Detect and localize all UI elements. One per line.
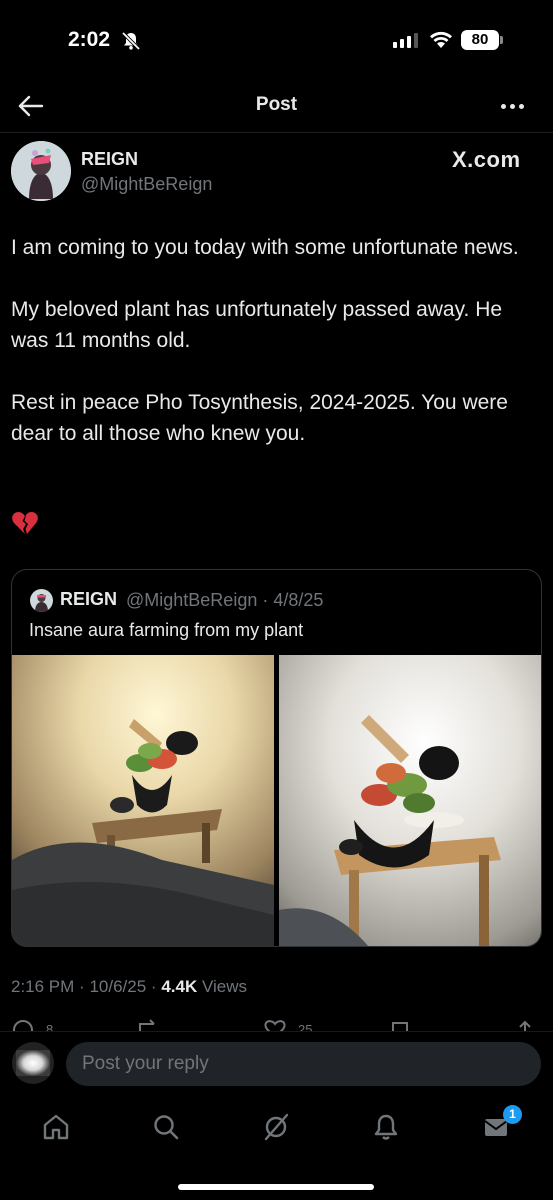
reply-input[interactable] (66, 1042, 541, 1086)
quote-author-meta: @MightBeReign · 4/8/25 (126, 590, 323, 611)
broken-heart-icon (12, 512, 38, 534)
signal-icon (393, 32, 418, 48)
source-label: X.com (452, 147, 521, 172)
action-row: 8 25 (0, 1018, 553, 1032)
bookmark-icon (392, 1022, 408, 1032)
reply-bar (0, 1031, 553, 1097)
bookmark-action[interactable] (390, 1018, 410, 1032)
share-icon (519, 1020, 531, 1032)
plant-photo-1[interactable] (12, 655, 274, 946)
tab-grok[interactable] (258, 1109, 294, 1145)
home-indicator (178, 1184, 374, 1190)
post-body: I am coming to you today with some unfor… (11, 232, 541, 480)
like-icon (264, 1020, 286, 1032)
views-count: 4.4K (161, 977, 198, 996)
status-bar: 2:02 80 (0, 0, 553, 80)
reply-action[interactable] (12, 1018, 36, 1032)
post-time: 2:16 PM (11, 977, 75, 996)
user-avatar[interactable] (12, 1042, 54, 1084)
quote-avatar (30, 589, 53, 612)
divider (0, 132, 553, 133)
quote-author-handle: @MightBeReign (126, 590, 258, 610)
more-button[interactable] (496, 92, 528, 120)
quote-text: Insane aura farming from my plant (29, 620, 304, 640)
separator: · (150, 977, 157, 996)
more-icon (500, 103, 506, 109)
repost-icon (139, 1019, 155, 1032)
nav-bar: Post (0, 80, 553, 132)
quoted-post[interactable]: REIGN @MightBeReign · 4/8/25 Insane aura… (11, 569, 542, 947)
like-action[interactable] (262, 1018, 288, 1032)
search-icon (154, 1115, 179, 1140)
reply-icon (13, 1020, 33, 1032)
messages-badge: 1 (503, 1105, 522, 1124)
views-label[interactable]: Views (202, 977, 247, 996)
quote-author-name: REIGN (60, 589, 118, 609)
post-date: 10/6/25 (89, 977, 147, 996)
grok-icon (264, 1113, 289, 1141)
quote-date: 4/8/25 (273, 590, 324, 610)
battery-icon: 80 (461, 30, 499, 50)
bell-off-icon (121, 31, 141, 51)
author-name[interactable]: REIGN (81, 149, 138, 170)
separator: · (79, 977, 85, 996)
share-action[interactable] (514, 1018, 536, 1032)
status-time: 2:02 (68, 28, 111, 51)
tab-home[interactable] (38, 1109, 74, 1145)
bell-icon (374, 1114, 398, 1140)
avatar[interactable] (11, 141, 71, 201)
tab-search[interactable] (148, 1109, 184, 1145)
tab-notifications[interactable] (368, 1109, 404, 1145)
repost-action[interactable] (136, 1018, 162, 1032)
post-author: REIGN @MightBeReign X.com (11, 141, 541, 203)
post-paragraph: My beloved plant has unfortunately passe… (11, 298, 503, 352)
post-meta: 2:16 PM · 10/6/25 · 4.4K Views (11, 977, 247, 997)
post-paragraph: Rest in peace Pho Tosynthesis, 2024-2025… (11, 391, 508, 445)
battery-tip (500, 36, 503, 44)
wifi-icon (430, 31, 452, 48)
separator: · (262, 590, 269, 610)
page-title: Post (255, 94, 298, 115)
post-paragraph: I am coming to you today with some unfor… (11, 236, 519, 259)
plant-photo-2[interactable] (279, 655, 541, 946)
home-icon (43, 1114, 69, 1140)
author-handle[interactable]: @MightBeReign (81, 174, 212, 195)
